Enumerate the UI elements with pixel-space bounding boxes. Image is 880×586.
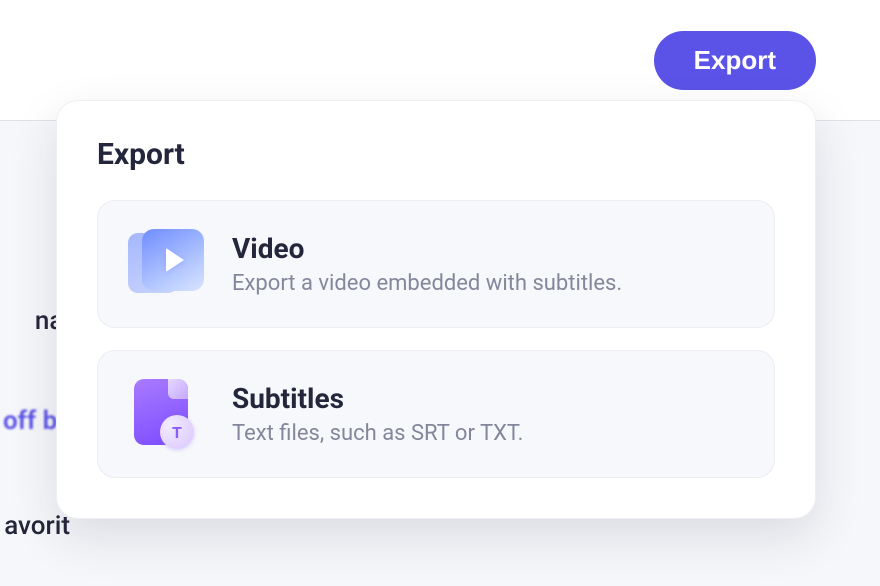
option-title: Subtitles (232, 382, 744, 415)
option-title: Video (232, 232, 744, 265)
option-description: Text files, such as SRT or TXT. (232, 421, 744, 446)
subtitles-icon: T (128, 379, 204, 449)
dropdown-title: Export (97, 137, 775, 172)
export-button[interactable]: Export (654, 31, 816, 90)
export-option-video[interactable]: Video Export a video embedded with subti… (97, 200, 775, 328)
text-badge-icon: T (160, 415, 194, 449)
option-description: Export a video embedded with subtitles. (232, 271, 744, 296)
export-dropdown: Export Video Export a video embedded wit… (56, 100, 816, 519)
background-text-fragment: avorit (0, 511, 70, 541)
export-option-subtitles[interactable]: T Subtitles Text files, such as SRT or T… (97, 350, 775, 478)
video-icon (128, 229, 204, 299)
